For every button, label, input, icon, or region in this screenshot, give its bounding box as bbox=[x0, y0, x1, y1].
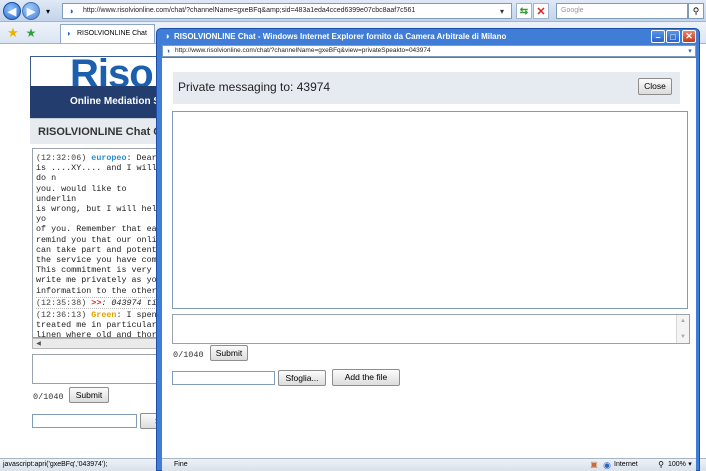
close-window-button[interactable]: ✕ bbox=[682, 30, 696, 43]
popup-address-bar[interactable]: http://www.risolvionline.com/chat/?chann… bbox=[162, 45, 696, 57]
char-counter: 0/1040 bbox=[173, 350, 204, 360]
popup-status-text: Fine bbox=[174, 461, 188, 468]
scroll-left-icon[interactable]: ◀ bbox=[34, 339, 43, 348]
address-bar[interactable]: http://www.risolvionline.com/chat/?chann… bbox=[62, 3, 512, 19]
message-text: : Dear is ....XY.... and I will do n you… bbox=[36, 153, 167, 296]
submit-button[interactable]: Submit bbox=[210, 345, 248, 361]
security-zone: Internet bbox=[614, 461, 638, 468]
background-submit-button[interactable]: Submit bbox=[69, 387, 109, 403]
status-text: javascript:apri('gxeBFq','043974'); bbox=[3, 461, 108, 468]
message-user: Green bbox=[91, 310, 117, 321]
message-user: >> bbox=[91, 297, 102, 308]
scroll-down-icon[interactable]: ▼ bbox=[678, 333, 688, 341]
message-input-scrollbar[interactable]: ▲ ▼ bbox=[676, 315, 689, 343]
scroll-up-icon[interactable]: ▲ bbox=[678, 317, 688, 325]
browse-button[interactable]: Sfoglia... bbox=[278, 370, 326, 386]
file-path-input[interactable] bbox=[172, 371, 275, 385]
chat-horizontal-scrollbar[interactable]: ◀ bbox=[32, 338, 170, 349]
history-dropdown-icon[interactable]: ▾ bbox=[42, 4, 54, 18]
popup-address-dropdown-icon[interactable]: ▾ bbox=[685, 46, 695, 56]
message-time: (12:32:06) bbox=[36, 153, 87, 163]
zoom-dropdown-icon[interactable]: ▾ bbox=[686, 460, 694, 470]
zoom-level[interactable]: 100% bbox=[668, 459, 686, 471]
chat-message: (12:36:13) Green: I spent treated me in … bbox=[36, 310, 167, 337]
minimize-button[interactable]: – bbox=[651, 30, 665, 43]
chat-title: RISOLVIONLINE Chat C bbox=[30, 118, 170, 144]
add-favorite-icon[interactable]: ★ bbox=[24, 26, 38, 40]
ie-page-icon: ◑ bbox=[68, 6, 74, 16]
message-user: europeo bbox=[91, 153, 127, 163]
chat-message: (12:32:06) europeo: Dear is ....XY.... a… bbox=[36, 153, 167, 296]
message-time: (12:36:13) bbox=[36, 310, 87, 321]
background-char-counter: 0/1040 bbox=[33, 392, 64, 402]
search-input[interactable]: Google bbox=[556, 3, 688, 19]
popup-status-bar: Fine ▣ ◉ Internet ⚲ 100% ▾ bbox=[162, 458, 696, 471]
popup-title: RISOLVIONLINE Chat - Windows Internet Ex… bbox=[174, 32, 507, 41]
address-dropdown-icon[interactable]: ▾ bbox=[495, 4, 509, 18]
search-icon[interactable]: ⚲ bbox=[688, 3, 704, 19]
background-message-input[interactable] bbox=[32, 354, 170, 384]
stop-icon[interactable]: ✕ bbox=[533, 3, 549, 19]
protected-mode-icon: ▣ bbox=[590, 460, 598, 469]
private-message-log[interactable] bbox=[172, 111, 688, 309]
private-message-heading: Private messaging to: 43974 bbox=[178, 80, 331, 94]
internet-zone-icon: ◉ bbox=[603, 460, 611, 470]
add-file-button[interactable]: Add the file bbox=[332, 369, 400, 386]
private-message-input[interactable] bbox=[172, 314, 690, 344]
maximize-button[interactable]: □ bbox=[666, 30, 680, 43]
search-placeholder: Google bbox=[561, 7, 584, 14]
message-time: (12:35:38) bbox=[36, 297, 87, 308]
forward-button[interactable]: ▶ bbox=[22, 2, 40, 20]
back-button[interactable]: ◀ bbox=[3, 2, 21, 20]
chat-message: (12:35:38) >>: 043974 ti i bbox=[36, 296, 167, 310]
favorites-star-icon[interactable]: ★ bbox=[6, 25, 20, 40]
refresh-icon[interactable]: ⇆ bbox=[516, 3, 532, 19]
zoom-icon: ⚲ bbox=[658, 460, 664, 469]
logo-subtitle: Online Mediation S bbox=[30, 86, 170, 118]
popup-page-icon: ◑ bbox=[165, 47, 171, 55]
background-file-input[interactable] bbox=[32, 414, 137, 428]
tab-page-icon: ◑ bbox=[65, 28, 71, 38]
tab-risolvionline-chat[interactable]: RISOLVIONLINE Chat bbox=[60, 24, 155, 43]
chat-log[interactable]: (12:32:06) europeo: Dear is ....XY.... a… bbox=[32, 148, 170, 338]
tab-label: RISOLVIONLINE Chat bbox=[77, 30, 147, 37]
close-button[interactable]: Close bbox=[638, 78, 672, 95]
